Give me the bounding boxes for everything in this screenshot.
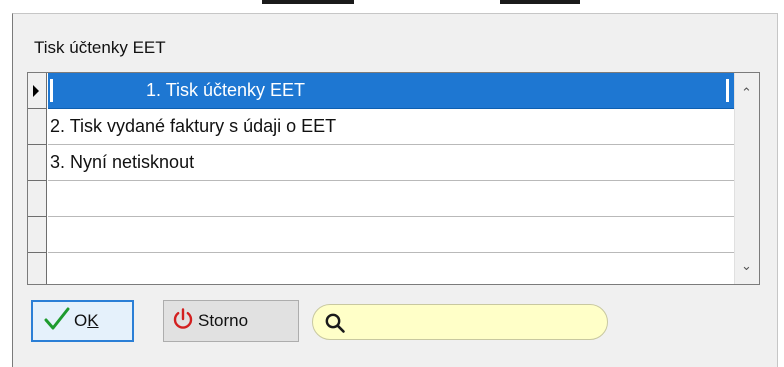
background-app-strip <box>0 0 784 10</box>
eet-print-dialog: Tisk účtenky EET 1. Tisk účtenky EET 2. … <box>12 13 778 367</box>
current-row-pointer-icon <box>33 85 39 97</box>
search-box[interactable] <box>312 304 608 340</box>
ok-button-label: OK <box>74 311 99 330</box>
list-item-label: 1. Tisk účtenky EET <box>146 80 306 100</box>
list-item-label: 2. Tisk vydané faktury s údaji o EET <box>50 116 337 136</box>
power-icon <box>171 307 195 336</box>
storno-button[interactable]: Storno <box>163 300 299 342</box>
dialog-toolbar: OK Storno <box>13 286 777 358</box>
list-item[interactable]: 2. Tisk vydané faktury s údaji o EET <box>48 109 735 145</box>
row-indicator <box>28 181 47 217</box>
row-indicator-column <box>28 73 47 284</box>
row-indicator <box>28 73 47 109</box>
background-fragment <box>500 0 580 4</box>
list-item-selected[interactable]: 1. Tisk účtenky EET <box>48 73 735 109</box>
background-fragment <box>262 0 354 4</box>
list-rows: 1. Tisk účtenky EET 2. Tisk vydané faktu… <box>48 73 735 284</box>
selection-caret-left <box>50 79 53 102</box>
check-icon <box>43 306 71 337</box>
search-icon <box>324 312 346 339</box>
row-indicator <box>28 109 47 145</box>
list-item-empty[interactable] <box>48 217 735 253</box>
row-indicator <box>28 145 47 181</box>
scroll-down-icon[interactable]: ⌄ <box>741 259 752 273</box>
vertical-scrollbar[interactable]: ⌃ ⌄ <box>734 73 759 284</box>
ok-button[interactable]: OK <box>31 300 134 342</box>
list-item-label: 3. Nyní netisknout <box>50 152 195 172</box>
list-item-empty[interactable] <box>48 253 735 284</box>
search-input[interactable] <box>351 311 596 335</box>
row-indicator <box>28 217 47 253</box>
selection-caret-right <box>726 79 729 102</box>
print-option-list[interactable]: 1. Tisk účtenky EET 2. Tisk vydané faktu… <box>27 72 760 285</box>
dialog-title: Tisk účtenky EET <box>34 38 166 57</box>
list-item-empty[interactable] <box>48 181 735 217</box>
scroll-up-icon[interactable]: ⌃ <box>741 86 752 100</box>
row-indicator <box>28 253 47 284</box>
list-item[interactable]: 3. Nyní netisknout <box>48 145 735 181</box>
storno-button-label: Storno <box>198 311 249 330</box>
